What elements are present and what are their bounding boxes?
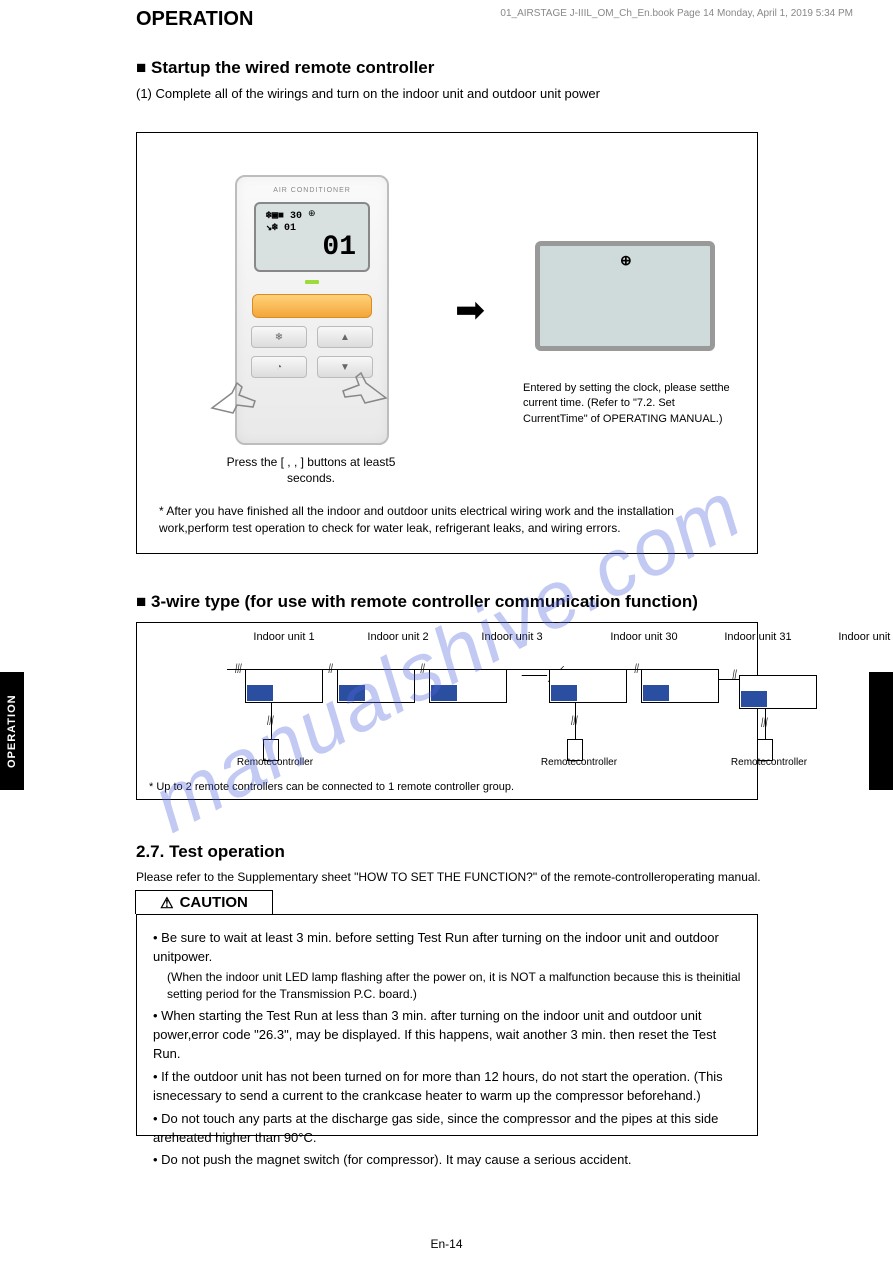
fan-button[interactable]: ◔	[251, 356, 307, 378]
remote-controller: AIR CONDITIONER ⊕ ❄▣■ 30 ↘❄ 01 01 ❄ ▲ ◔ …	[235, 175, 389, 445]
iu-labels-row: Indoor unit 1 Indoor unit 2 Indoor unit …	[245, 631, 893, 643]
iu-label: Indoor unit 1	[245, 631, 323, 643]
indoor-unit	[641, 669, 719, 703]
caution-bullet: • Do not push the magnet switch (for com…	[153, 1151, 741, 1170]
led-indicator	[305, 280, 319, 284]
wire-slash-icon: ///	[571, 713, 578, 728]
sec3-heading: 2.7. Test operation	[136, 842, 285, 862]
iu-label: Indoor unit 31	[719, 631, 797, 643]
caution-bullet: • Be sure to wait at least 3 min. before…	[153, 929, 741, 967]
remote-lcd: ⊕ ❄▣■ 30 ↘❄ 01 01	[254, 202, 370, 272]
caution-subnote: (When the indoor unit LED lamp flashing …	[153, 969, 741, 1004]
iu-label: Indoor unit 2	[359, 631, 437, 643]
caution-label: ⚠ CAUTION	[135, 890, 273, 914]
iu-label: Indoor unit 3	[473, 631, 551, 643]
startup-diagram-box: AIR CONDITIONER ⊕ ❄▣■ 30 ↘❄ 01 01 ❄ ▲ ◔ …	[136, 132, 758, 554]
caution-box: ⚠ CAUTION • Be sure to wait at least 3 m…	[136, 914, 758, 1136]
indoor-unit	[337, 669, 415, 703]
lcd-row2a: ↘❄ 01	[266, 222, 296, 234]
arrow-right-icon: ➡	[455, 289, 485, 331]
wire-slash-icon: //	[634, 661, 638, 676]
wire-slash-icon: //	[328, 661, 332, 676]
box2-note: * Up to 2 remote controllers can be conn…	[149, 781, 514, 793]
sec2-heading: ■ 3-wire type (for use with remote contr…	[136, 592, 698, 612]
zoom-caption: Entered by setting the clock, please set…	[523, 381, 733, 427]
page-number: En-14	[430, 1237, 462, 1251]
caution-bullet: • If the outdoor unit has not been turne…	[153, 1068, 741, 1106]
wire-slash-icon: ///	[267, 713, 274, 728]
side-tab-operation: OPERATION	[0, 672, 24, 790]
rc-label: Remotecontroller	[727, 757, 811, 768]
page-header-meta: 01_AIRSTAGE J-IIIL_OM_Ch_En.book Page 14…	[500, 8, 853, 19]
press-buttons-caption: Press the [ , , ] buttons at least5 seco…	[211, 455, 411, 486]
wire-slash-icon: ///	[761, 715, 768, 730]
iu-label: Indoor unit 30	[605, 631, 683, 643]
mode-button[interactable]: ❄	[251, 326, 307, 348]
page-title: OPERATION	[136, 8, 253, 31]
rc-label: Remotecontroller	[537, 757, 621, 768]
indoor-unit	[549, 669, 627, 703]
indoor-unit	[429, 669, 507, 703]
caution-bullet: • When starting the Test Run at less tha…	[153, 1007, 741, 1064]
power-button[interactable]	[252, 294, 372, 318]
rc-label: Remotecontroller	[233, 757, 317, 768]
lcd-row1a: ❄▣■ 30	[266, 210, 302, 222]
lcd-big: 01	[262, 234, 362, 262]
iu-label: Indoor unit 32	[833, 631, 893, 643]
indoor-unit	[245, 669, 323, 703]
sec3-intro: Please refer to the Supplementary sheet …	[136, 868, 766, 886]
caution-bullet: • Do not touch any parts at the discharg…	[153, 1110, 741, 1148]
clock-icon: ⊕	[308, 208, 316, 219]
wiring-diagram-box: Indoor unit 1 Indoor unit 2 Indoor unit …	[136, 622, 758, 800]
lcd-zoom: ⊕	[535, 241, 715, 351]
wire-slash-icon: ///	[235, 661, 242, 676]
down-button[interactable]: ▼	[317, 356, 373, 378]
indoor-unit	[739, 675, 817, 709]
caution-body: • Be sure to wait at least 3 min. before…	[136, 914, 758, 1136]
clock-icon-big: ⊕	[620, 252, 632, 269]
wire-slash-icon: //	[420, 661, 424, 676]
sec1-heading: ■ Startup the wired remote controller	[136, 58, 434, 78]
side-tab-right	[869, 672, 893, 790]
caution-text: CAUTION	[180, 894, 248, 911]
wire-slash-icon: //	[732, 667, 736, 682]
warning-icon: ⚠	[160, 894, 173, 912]
sec1-step: (1) Complete all of the wirings and turn…	[136, 84, 776, 104]
box1-note: * After you have finished all the indoor…	[159, 503, 739, 537]
unit-diagram: ⸺╱⸺ /// // // // // /// /// ///	[137, 649, 757, 749]
remote-brand-label: AIR CONDITIONER	[237, 187, 387, 194]
hand-left-icon	[207, 373, 267, 423]
up-button[interactable]: ▲	[317, 326, 373, 348]
